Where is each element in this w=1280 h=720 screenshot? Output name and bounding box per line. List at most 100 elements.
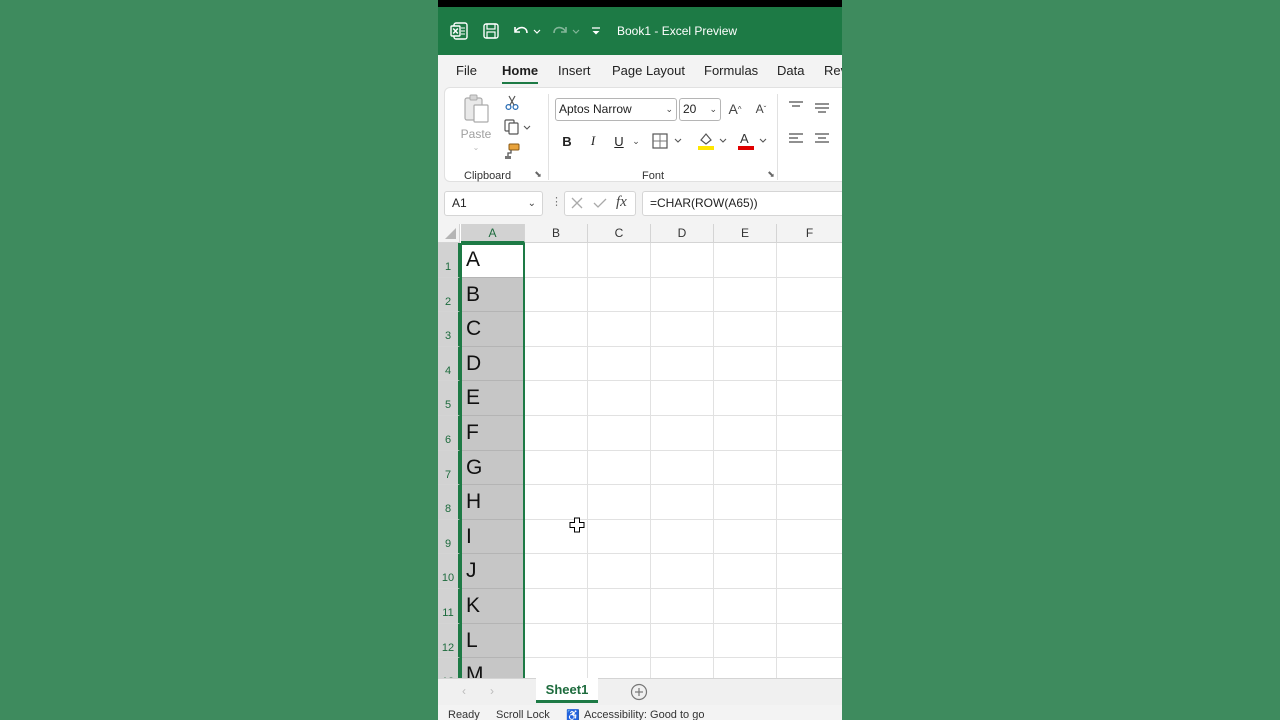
bold-button[interactable]: B (557, 130, 577, 152)
cell[interactable] (714, 381, 777, 416)
cell[interactable] (714, 485, 777, 520)
cell[interactable] (777, 312, 842, 347)
select-all-corner[interactable] (438, 224, 460, 243)
cell[interactable] (588, 658, 651, 678)
copy-icon[interactable] (501, 117, 535, 137)
cell[interactable] (588, 243, 651, 278)
cancel-icon[interactable] (569, 195, 585, 216)
row-header[interactable]: 13 (438, 658, 460, 678)
cell[interactable] (651, 277, 714, 313)
cell-a[interactable]: M (461, 658, 524, 678)
font-name-select[interactable]: Aptos Narrow ⌄ (555, 98, 677, 121)
cell[interactable] (651, 485, 714, 520)
cell[interactable] (588, 485, 651, 520)
accessibility-icon[interactable]: ♿ (566, 709, 580, 720)
insert-function-icon[interactable]: fx (616, 194, 627, 211)
cell[interactable] (777, 416, 842, 451)
cell[interactable] (777, 485, 842, 520)
undo-icon[interactable] (509, 19, 543, 43)
cell[interactable] (651, 243, 714, 278)
format-painter-icon[interactable] (501, 141, 523, 161)
cell[interactable] (588, 277, 651, 313)
cell[interactable] (651, 450, 714, 486)
cell[interactable] (525, 277, 588, 313)
tab-page-layout[interactable]: Page Layout (612, 63, 685, 78)
cell-a[interactable]: B (461, 277, 524, 313)
cell[interactable] (714, 623, 777, 659)
cell-a[interactable]: G (461, 450, 524, 486)
cell[interactable] (525, 589, 588, 624)
cell[interactable] (777, 658, 842, 678)
cell[interactable] (777, 243, 842, 278)
cell[interactable] (714, 554, 777, 589)
cell[interactable] (651, 623, 714, 659)
cell[interactable] (525, 346, 588, 382)
customize-quick-access-icon[interactable] (588, 19, 604, 43)
borders-icon[interactable] (650, 130, 686, 152)
increase-font-size-icon[interactable]: A ^ (725, 98, 745, 120)
cell[interactable] (588, 623, 651, 659)
more-options-icon[interactable]: ⋮ (551, 195, 562, 208)
cell-a[interactable]: I (461, 519, 524, 555)
cell[interactable] (525, 623, 588, 659)
clipboard-launcher-icon[interactable]: ⬊ (532, 168, 544, 180)
row-header[interactable]: 8 (438, 485, 460, 520)
cell[interactable] (714, 346, 777, 382)
column-header-c[interactable]: C (588, 224, 651, 243)
active-cell[interactable]: A (461, 243, 524, 278)
name-box[interactable]: A1 ⌄ (444, 191, 543, 216)
cell[interactable] (777, 381, 842, 416)
underline-button[interactable]: U (609, 130, 629, 152)
cell-a[interactable]: D (461, 346, 524, 382)
row-header[interactable]: 5 (438, 381, 460, 416)
cell[interactable] (714, 312, 777, 347)
paste-icon[interactable] (455, 92, 497, 126)
cell[interactable] (525, 554, 588, 589)
cell-a[interactable]: J (461, 554, 524, 589)
column-header-a[interactable]: A (461, 224, 525, 243)
add-sheet-icon[interactable] (630, 683, 648, 706)
font-size-select[interactable]: 20 ⌄ (679, 98, 721, 121)
cell[interactable] (525, 450, 588, 486)
row-header[interactable]: 1 (438, 243, 460, 278)
underline-dropdown-icon[interactable]: ⌄ (630, 130, 642, 152)
cell[interactable] (588, 589, 651, 624)
column-header-d[interactable]: D (651, 224, 714, 243)
cell[interactable] (651, 554, 714, 589)
row-header[interactable]: 12 (438, 623, 460, 659)
cell[interactable] (777, 554, 842, 589)
cell[interactable] (651, 589, 714, 624)
tab-insert[interactable]: Insert (558, 63, 591, 78)
cell[interactable] (588, 381, 651, 416)
align-middle-icon[interactable] (813, 98, 831, 116)
prev-sheet-icon[interactable]: ‹ (462, 684, 466, 698)
cell-a[interactable]: H (461, 485, 524, 520)
cell[interactable] (588, 312, 651, 347)
cell[interactable] (525, 658, 588, 678)
align-top-icon[interactable] (787, 98, 805, 116)
save-icon[interactable] (480, 19, 502, 43)
cell[interactable] (714, 277, 777, 313)
row-header[interactable]: 2 (438, 277, 460, 313)
cell-a[interactable]: E (461, 381, 524, 416)
cell[interactable] (777, 451, 842, 486)
cell[interactable] (651, 381, 714, 416)
sheet-tab[interactable]: Sheet1 (536, 678, 598, 703)
cell[interactable] (588, 519, 651, 555)
column-header-f[interactable]: F (777, 224, 842, 243)
align-left-icon[interactable] (787, 130, 805, 148)
cell[interactable] (714, 519, 777, 555)
cell[interactable] (651, 312, 714, 347)
cell[interactable] (714, 450, 777, 486)
row-header[interactable]: 11 (438, 589, 460, 624)
font-color-icon[interactable]: A (735, 128, 771, 154)
font-launcher-icon[interactable]: ⬊ (765, 168, 777, 180)
tab-data[interactable]: Data (777, 63, 804, 78)
cell[interactable] (651, 416, 714, 451)
cell[interactable] (651, 658, 714, 678)
cell[interactable] (777, 624, 842, 659)
column-header-b[interactable]: B (525, 224, 588, 243)
cell[interactable] (777, 347, 842, 382)
italic-button[interactable]: I (583, 130, 603, 152)
cell[interactable] (525, 243, 588, 278)
